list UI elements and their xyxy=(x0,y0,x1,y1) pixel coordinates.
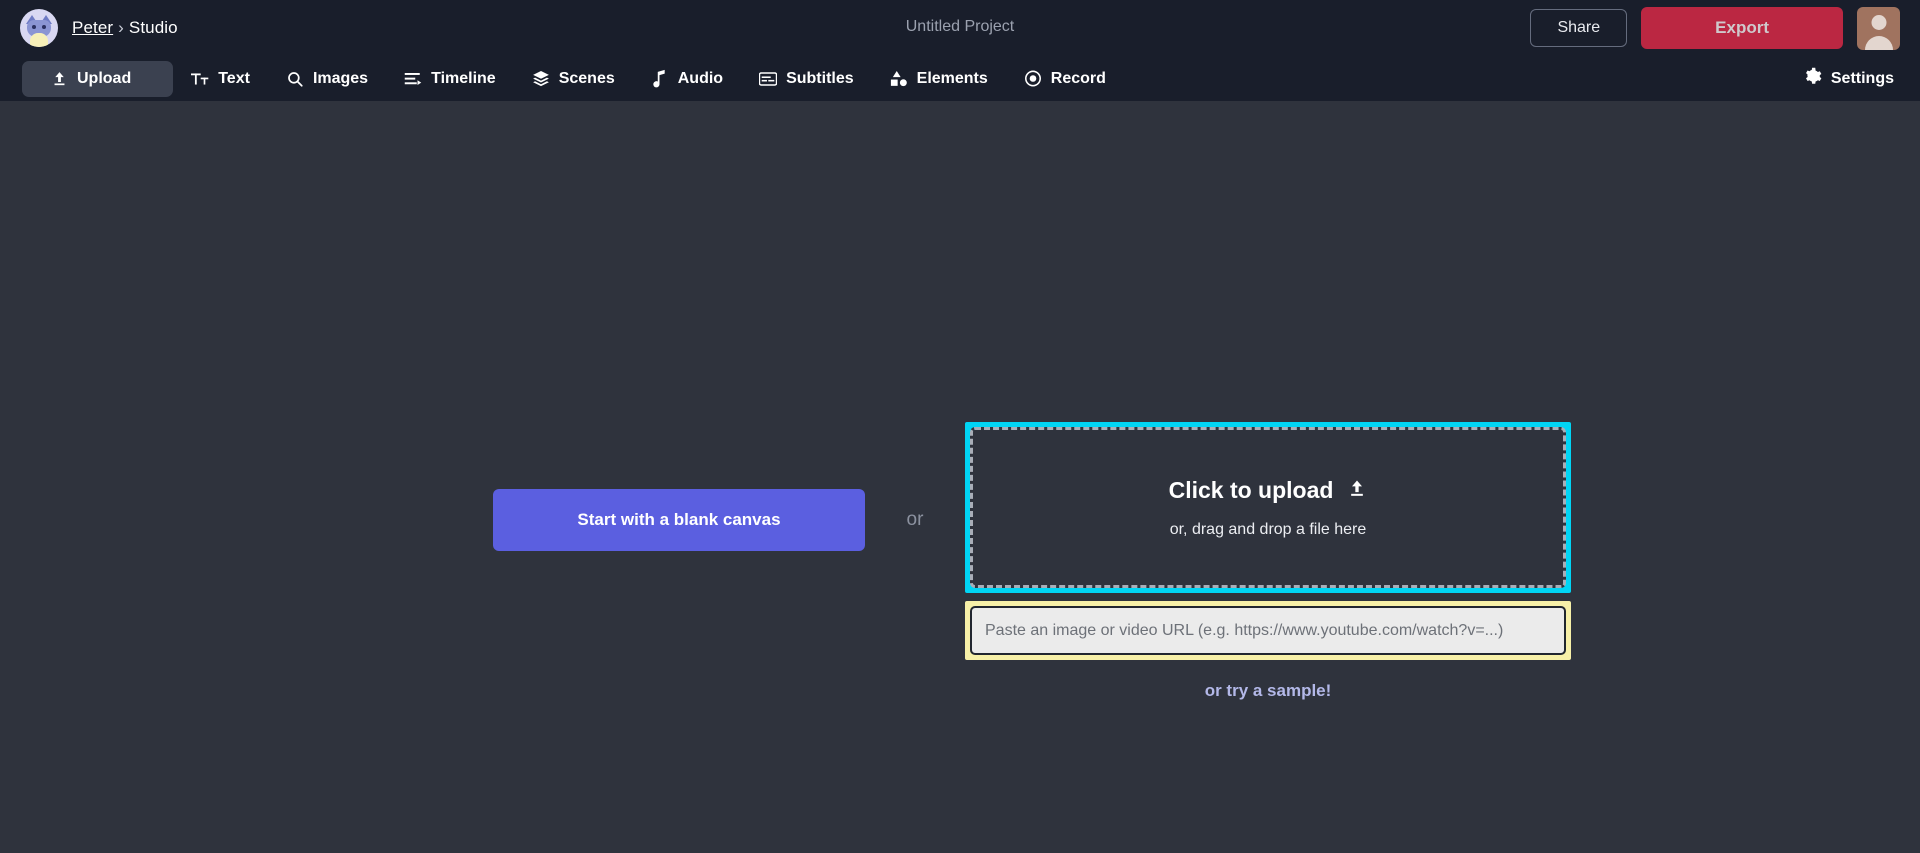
nav-label-images: Images xyxy=(313,70,368,88)
timeline-icon xyxy=(404,70,422,88)
shapes-icon xyxy=(890,70,908,88)
app-header: Peter›Studio Untitled Project Share Expo… xyxy=(0,0,1920,56)
blank-canvas-column: Start with a blank canvas xyxy=(335,422,865,618)
upload-icon xyxy=(1347,477,1367,504)
avatar-shoulders xyxy=(1865,36,1893,50)
nav-item-subtitles[interactable]: Subtitles xyxy=(741,61,872,97)
dropzone-title: Click to upload xyxy=(1169,477,1334,504)
dropzone-subtitle: or, drag and drop a file here xyxy=(1170,521,1367,539)
breadcrumb-current: Studio xyxy=(129,18,178,37)
settings-label: Settings xyxy=(1831,70,1894,88)
media-url-input[interactable] xyxy=(970,606,1566,655)
upload-column: Click to upload or, drag and drop a file… xyxy=(965,422,1585,701)
nav-label-elements: Elements xyxy=(917,70,988,88)
header-actions: Share Export xyxy=(1530,7,1900,50)
project-start-chooser: Start with a blank canvas or Click to up… xyxy=(0,422,1920,701)
breadcrumb: Peter › Studio xyxy=(72,18,178,38)
search-icon xyxy=(286,70,304,88)
music-note-icon xyxy=(651,70,669,88)
cat-eye-left xyxy=(32,25,36,29)
nav-item-text[interactable]: Text xyxy=(173,61,268,97)
nav-item-timeline[interactable]: Timeline xyxy=(386,61,514,97)
nav-item-audio[interactable]: Audio xyxy=(633,61,741,97)
text-icon xyxy=(191,70,209,88)
gear-icon xyxy=(1803,67,1822,91)
export-button[interactable]: Export xyxy=(1641,7,1843,49)
cat-body xyxy=(30,33,48,47)
nav-item-elements[interactable]: Elements xyxy=(872,61,1006,97)
settings-button[interactable]: Settings xyxy=(1803,67,1900,91)
user-avatar-icon[interactable] xyxy=(1857,7,1900,50)
main-content: Start with a blank canvas or Click to up… xyxy=(0,101,1920,853)
upload-icon xyxy=(50,70,68,88)
try-sample-link[interactable]: or try a sample! xyxy=(965,681,1571,701)
nav-item-record[interactable]: Record xyxy=(1006,61,1124,97)
cat-avatar-icon[interactable] xyxy=(20,9,58,47)
nav-item-scenes[interactable]: Scenes xyxy=(514,61,633,97)
nav-label-audio: Audio xyxy=(678,70,723,88)
layers-icon xyxy=(532,70,550,88)
or-separator-label: or xyxy=(865,422,965,618)
breadcrumb-separator: › xyxy=(118,18,124,37)
nav-label-subtitles: Subtitles xyxy=(786,70,854,88)
record-icon xyxy=(1024,70,1042,88)
cat-eye-right xyxy=(42,25,46,29)
nav-label-text: Text xyxy=(218,70,250,88)
nav-item-upload[interactable]: Upload xyxy=(22,61,173,97)
start-blank-canvas-button[interactable]: Start with a blank canvas xyxy=(493,489,865,551)
nav-label-record: Record xyxy=(1051,70,1106,88)
nav-label-upload: Upload xyxy=(77,70,131,88)
dropzone-title-row: Click to upload xyxy=(1169,477,1368,504)
nav-label-scenes: Scenes xyxy=(559,70,615,88)
nav-item-images[interactable]: Images xyxy=(268,61,386,97)
main-navbar: Upload Text Images Timeline Scenes Audio xyxy=(0,56,1920,101)
upload-dropzone[interactable]: Click to upload or, drag and drop a file… xyxy=(970,427,1566,588)
brand-area: Peter › Studio xyxy=(20,9,178,47)
dropzone-highlight: Click to upload or, drag and drop a file… xyxy=(965,422,1571,593)
nav-label-timeline: Timeline xyxy=(431,70,496,88)
share-button[interactable]: Share xyxy=(1530,9,1627,47)
avatar-head xyxy=(1871,15,1886,30)
url-field-highlight xyxy=(965,601,1571,660)
breadcrumb-user-link[interactable]: Peter xyxy=(72,18,113,37)
subtitles-icon xyxy=(759,70,777,88)
